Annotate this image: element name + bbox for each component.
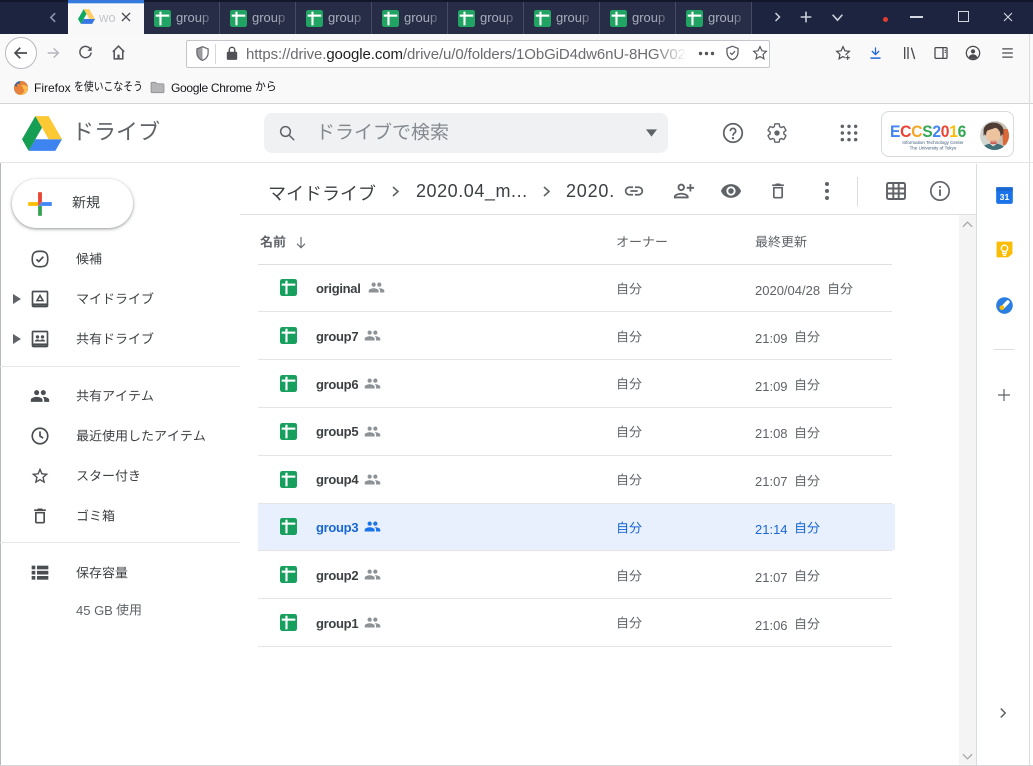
svg-text:31: 31 (1000, 192, 1010, 202)
